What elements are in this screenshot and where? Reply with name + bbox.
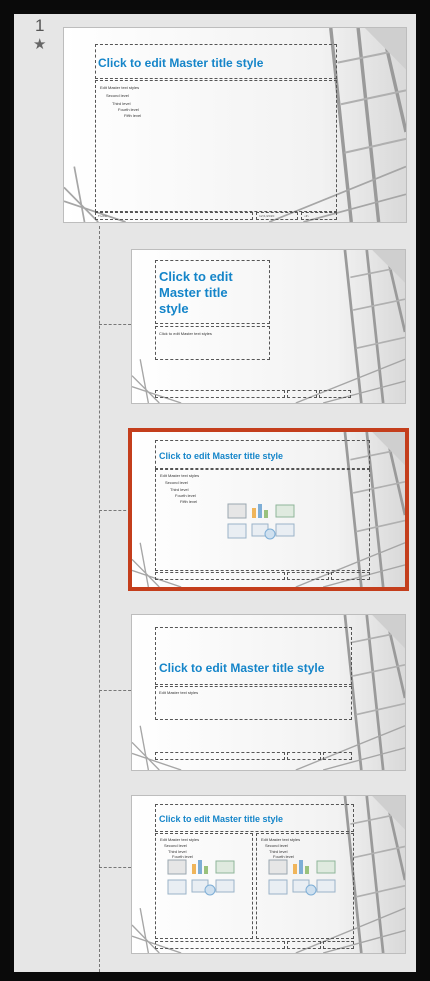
- text-placeholder: Edit Master text styles: [155, 686, 352, 720]
- text-level-1: Edit Master text styles: [159, 690, 199, 695]
- layout-title: Click to edit Master title style: [159, 661, 325, 675]
- layout-thumbnail-two-content[interactable]: Click to edit Master title style Edit Ma…: [132, 796, 405, 953]
- text-level-4: Fourth level: [175, 493, 196, 498]
- text-level-3: Third level: [112, 101, 131, 106]
- text-level-4: Fourth level: [118, 107, 139, 112]
- date-placeholder: [287, 752, 321, 760]
- page-number-placeholder: [319, 390, 351, 398]
- layout-thumbnail-section-header[interactable]: Click to edit Master title style Edit Ma…: [132, 615, 405, 770]
- title-placeholder: Click to edit Master title style: [155, 804, 354, 832]
- title-placeholder: Click to edit Master title style: [155, 260, 270, 324]
- date-placeholder: [287, 572, 329, 580]
- layout-title: Click to edit Master title style: [159, 814, 284, 824]
- subtitle-placeholder: Click to edit Master text styles: [155, 326, 270, 360]
- date-text: 12/1/2020: [259, 214, 275, 218]
- page-number-placeholder: [323, 941, 354, 949]
- insert-content-icons: [167, 859, 235, 896]
- footer-placeholder: Footer: [95, 212, 253, 220]
- text-level-1: Edit Master text styles: [261, 837, 301, 842]
- subtitle-text: Click to edit Master text styles: [159, 331, 212, 336]
- layout-title-line: Click to edit: [159, 269, 233, 284]
- text-level-2: Second level: [106, 93, 129, 98]
- slide-master-thumbnail[interactable]: Click to edit Master title style Edit Ma…: [64, 28, 406, 222]
- footer-placeholder: [155, 752, 285, 760]
- footer-placeholder: [155, 390, 285, 398]
- title-placeholder: Click to edit Master title style: [95, 44, 337, 79]
- insert-content-icons: [227, 503, 295, 540]
- page-number-placeholder: [331, 572, 370, 580]
- connector-tick: [99, 867, 131, 868]
- master-title: Click to edit Master title style: [98, 56, 264, 70]
- page-number-placeholder: [323, 752, 352, 760]
- title-placeholder: Click to edit Master title style: [155, 627, 352, 685]
- text-level-5: Fifth level: [124, 113, 142, 118]
- insert-content-icons: [268, 859, 336, 896]
- text-level-1: Edit Master text styles: [100, 85, 140, 90]
- footer-placeholder: [155, 941, 285, 949]
- layout-thumbnail-title-slide[interactable]: Click to edit Master title style Click t…: [132, 250, 405, 403]
- page-number-placeholder: ‹#›: [301, 212, 337, 220]
- title-placeholder: Click to edit Master title style: [155, 440, 370, 469]
- text-level-1: Edit Master text styles: [160, 837, 200, 842]
- content-placeholder: Edit Master text styles Second level Thi…: [155, 469, 370, 571]
- layout-title-line: style: [159, 301, 189, 316]
- right-content-placeholder: Edit Master text styles Second level Thi…: [256, 833, 354, 939]
- page-number-text: ‹#›: [304, 214, 309, 218]
- text-level-2: Second level: [164, 843, 187, 848]
- footer-text: Footer: [98, 214, 108, 218]
- connector-tick: [99, 510, 131, 511]
- date-placeholder: 12/1/2020: [256, 212, 298, 220]
- text-level-1: Edit Master text styles: [160, 473, 200, 478]
- text-level-2: Second level: [165, 480, 188, 485]
- layout-thumbnail-title-content[interactable]: Click to edit Master title style Edit Ma…: [132, 432, 405, 587]
- date-placeholder: [287, 390, 317, 398]
- text-level-2: Second level: [265, 843, 288, 848]
- body-placeholder: Edit Master text styles Second level Thi…: [95, 80, 337, 212]
- date-placeholder: [287, 941, 321, 949]
- layout-title-line: Master title: [159, 285, 228, 300]
- connector-tick: [99, 690, 131, 691]
- master-number: 1: [35, 16, 45, 35]
- layout-title: Click to edit Master title style: [159, 451, 284, 461]
- star-icon: ★: [33, 35, 47, 53]
- text-level-3: Third level: [170, 487, 189, 492]
- slide-thumbnail-pane[interactable]: 1 ★ Click to edit Master title style Edi…: [14, 14, 416, 972]
- left-content-placeholder: Edit Master text styles Second level Thi…: [155, 833, 253, 939]
- text-level-5: Fifth level: [180, 499, 198, 504]
- connector-tick: [99, 324, 131, 325]
- hierarchy-connector: [99, 226, 100, 972]
- footer-placeholder: [155, 572, 285, 580]
